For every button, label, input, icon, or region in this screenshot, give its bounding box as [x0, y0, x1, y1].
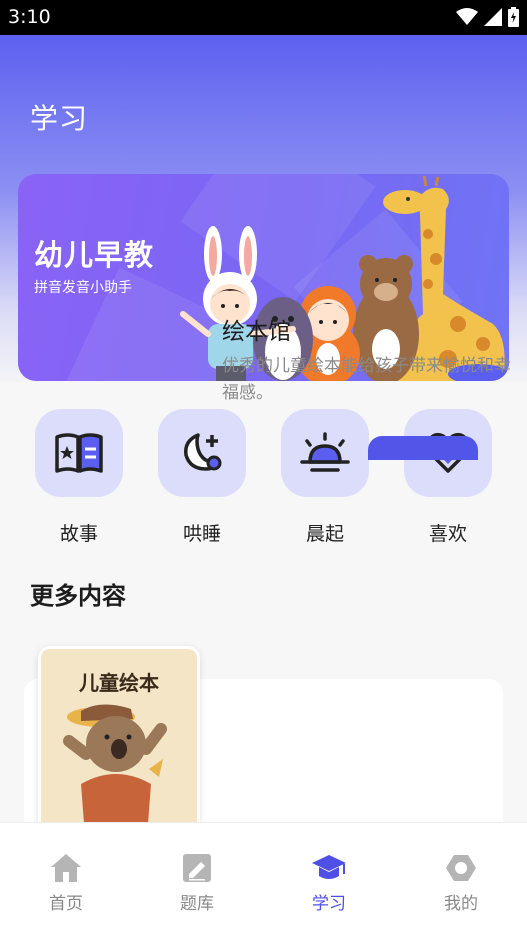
- banner-title: 幼儿早教: [34, 238, 155, 272]
- shortcut-story[interactable]: 故事: [34, 409, 124, 546]
- tab-profile-label: 我的: [444, 894, 478, 914]
- shortcut-morning[interactable]: 晨起: [280, 409, 370, 546]
- tab-home-label: 首页: [49, 894, 83, 914]
- shortcut-morning-label: 晨起: [305, 523, 344, 545]
- shortcut-sleep-label: 哄睡: [182, 523, 221, 545]
- shortcut-favorite[interactable]: 喜欢: [403, 409, 493, 546]
- storybook-icon: [55, 433, 103, 473]
- tab-profile[interactable]: 我的: [421, 851, 501, 914]
- card-description: 优秀的儿童绘本能给孩子带来愉悦和幸福感。: [222, 356, 511, 403]
- tab-home[interactable]: 首页: [26, 851, 106, 914]
- section-title-more: 更多内容: [30, 582, 126, 610]
- signal-icon: [484, 8, 502, 26]
- promo-banner[interactable]: 幼儿早教 拼音发音小助手: [18, 174, 509, 381]
- page-title: 学习: [30, 102, 89, 135]
- tab-question-bank-label: 题库: [180, 894, 214, 914]
- sunrise-icon: [300, 432, 350, 472]
- profile-hexagon-icon: [446, 855, 476, 881]
- shortcut-sleep[interactable]: 哄睡: [157, 409, 247, 546]
- shortcut-favorite-label: 喜欢: [428, 523, 467, 545]
- banner-subtitle: 拼音发音小助手: [34, 280, 132, 296]
- tab-question-bank[interactable]: 题库: [157, 851, 237, 914]
- status-bar: 3:10: [0, 0, 527, 35]
- bottom-tab-bar: 首页 题库 学习 我的: [0, 822, 527, 939]
- wifi-icon: [456, 8, 478, 25]
- home-icon: [51, 854, 81, 882]
- tab-study-label: 学习: [312, 894, 346, 914]
- moon-icon: [184, 433, 222, 471]
- graduation-cap-icon: [312, 855, 346, 879]
- shortcut-story-label: 故事: [59, 523, 98, 545]
- edit-icon: [183, 854, 211, 882]
- card-title: 绘本馆: [222, 319, 291, 345]
- battery-icon: [508, 7, 519, 27]
- status-time: 3:10: [8, 6, 51, 28]
- bear-illustration: [63, 704, 167, 849]
- card-action-button[interactable]: [368, 436, 478, 460]
- tab-study[interactable]: 学习: [289, 851, 369, 914]
- kids-and-animals-illustration: [180, 175, 508, 381]
